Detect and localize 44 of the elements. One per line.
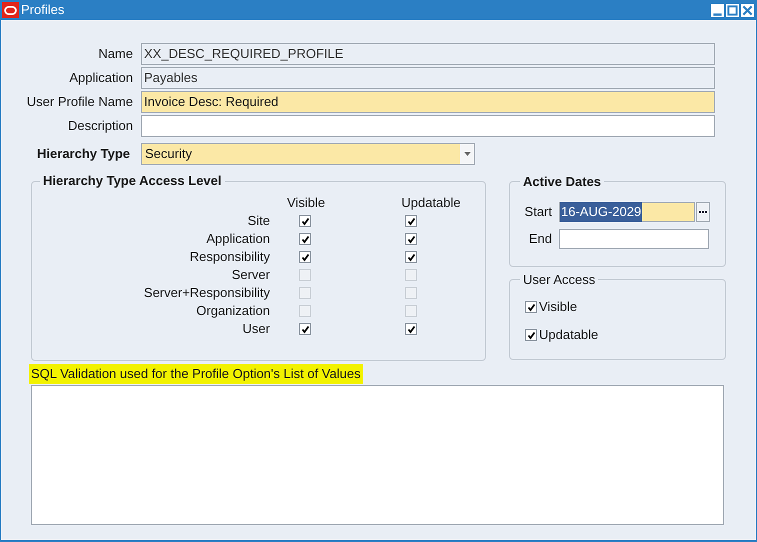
checkbox-label[interactable]: Updatable xyxy=(539,325,598,345)
field-label: End xyxy=(528,230,553,248)
checkbox-label[interactable]: Visible xyxy=(539,297,578,317)
row-label: Responsibility xyxy=(188,248,270,266)
minimize-icon[interactable] xyxy=(711,4,724,16)
field-label: Start xyxy=(524,203,553,222)
row-label: Organization xyxy=(195,302,270,320)
window-title: Profiles xyxy=(21,1,64,20)
logo-icon xyxy=(2,2,19,18)
more-icon[interactable] xyxy=(696,202,710,222)
row-label: Server+Responsibility xyxy=(142,284,270,302)
checkbox[interactable] xyxy=(525,329,537,341)
checkbox[interactable] xyxy=(525,301,537,313)
column-header: Updatable xyxy=(401,194,461,212)
input-field: XX_DESC_REQUIRED_PROFILE xyxy=(141,43,715,65)
maximize-icon[interactable] xyxy=(726,4,739,16)
input-field: Payables xyxy=(141,67,715,89)
close-icon[interactable] xyxy=(741,4,754,16)
field-label: Application xyxy=(68,69,134,88)
checkbox[interactable] xyxy=(299,251,311,263)
dropdown[interactable]: Security xyxy=(141,143,475,165)
field-label: User Profile Name xyxy=(26,93,134,112)
checkbox[interactable] xyxy=(405,323,417,335)
checkbox[interactable] xyxy=(299,233,311,245)
checkbox[interactable] xyxy=(405,233,417,245)
checkbox[interactable] xyxy=(299,323,311,335)
field-label: Description xyxy=(66,117,134,136)
row-label: Application xyxy=(205,230,270,248)
input-field[interactable] xyxy=(141,115,715,137)
section-label: SQL Validation used for the Profile Option's List of Values xyxy=(29,364,363,384)
date-field[interactable] xyxy=(559,229,709,249)
row-label: Site xyxy=(246,212,270,230)
field-label: Name xyxy=(97,45,134,64)
group-title: Hierarchy Type Access Level xyxy=(40,173,224,189)
input-field[interactable]: Invoice Desc: Required xyxy=(141,91,715,113)
checkbox[interactable] xyxy=(405,215,417,227)
row-label: User xyxy=(242,320,270,338)
date-field[interactable]: 16-AUG-2029 xyxy=(559,202,695,222)
field-label: Hierarchy Type xyxy=(36,145,131,164)
checkbox[interactable] xyxy=(299,215,311,227)
checkbox[interactable] xyxy=(405,251,417,263)
column-header: Visible xyxy=(287,194,323,212)
caret-icon[interactable] xyxy=(460,144,474,164)
row-label: Server xyxy=(230,266,270,284)
